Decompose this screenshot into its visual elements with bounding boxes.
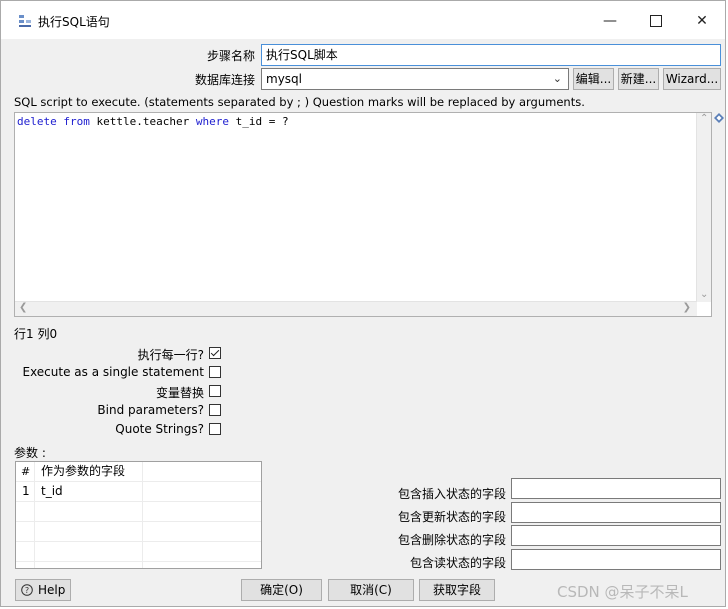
column-header-field[interactable]: 作为参数的字段: [41, 462, 125, 481]
option-bind-parameters-label: Bind parameters?: [97, 403, 204, 417]
option-variable-substitution-checkbox[interactable]: [209, 385, 221, 397]
connection-label: 数据库连接: [194, 73, 255, 87]
option-single-statement-label: Execute as a single statement: [22, 365, 204, 379]
close-button[interactable]: ✕: [687, 9, 717, 33]
cancel-button[interactable]: 取消(C): [328, 579, 414, 601]
update-status-label: 包含更新状态的字段: [397, 510, 506, 524]
new-connection-button[interactable]: 新建...: [618, 68, 659, 90]
read-status-label: 包含读状态的字段: [409, 556, 506, 570]
option-quote-strings-label: Quote Strings?: [115, 422, 204, 436]
chevron-left-icon[interactable]: ❮: [19, 302, 27, 313]
horizontal-scrollbar[interactable]: ❮ ❯: [15, 301, 697, 316]
table-row[interactable]: [16, 522, 261, 542]
params-label: 参数 :: [14, 446, 46, 460]
sql-keyword: delete: [17, 115, 57, 128]
params-table[interactable]: # 作为参数的字段 1 t_id: [15, 461, 262, 569]
help-icon: ?: [21, 584, 33, 596]
insert-status-label: 包含插入状态的字段: [397, 487, 506, 501]
sql-editor[interactable]: delete from kettle.teacher where t_id = …: [14, 112, 712, 317]
get-fields-button[interactable]: 获取字段: [419, 579, 495, 601]
sql-code: delete from kettle.teacher where t_id = …: [17, 115, 289, 128]
delete-status-label: 包含删除状态的字段: [397, 533, 506, 547]
update-status-input[interactable]: [511, 502, 721, 523]
sql-text: kettle.teacher: [89, 115, 196, 128]
maximize-icon: [650, 15, 662, 27]
delete-status-input[interactable]: [511, 525, 721, 546]
dialog-window: 执行SQL语句 — ✕ 步骤名称 执行SQL脚本 数据库连接 mysql ⌄ 编…: [0, 0, 726, 607]
read-status-input[interactable]: [511, 549, 721, 570]
row-number: 1: [22, 484, 30, 498]
sql-keyword: from: [63, 115, 90, 128]
chevron-up-icon[interactable]: ⌃: [700, 113, 708, 124]
edit-connection-button[interactable]: 编辑...: [573, 68, 614, 90]
sql-description: SQL script to execute. (statements separ…: [14, 95, 585, 109]
column-header-num[interactable]: #: [21, 462, 30, 481]
sql-keyword: where: [195, 115, 229, 128]
title-bar: 执行SQL语句 — ✕: [1, 1, 725, 39]
help-button[interactable]: ? Help: [15, 579, 71, 601]
option-bind-parameters-checkbox[interactable]: [209, 404, 221, 416]
cursor-position: 行1 列0: [14, 327, 58, 341]
table-row[interactable]: [16, 542, 261, 562]
option-quote-strings-checkbox[interactable]: [209, 423, 221, 435]
option-each-row-label: 执行每一行?: [137, 348, 204, 362]
option-each-row-checkbox[interactable]: [209, 347, 221, 359]
connection-select[interactable]: mysql ⌄: [261, 68, 569, 90]
chevron-down-icon[interactable]: ⌄: [700, 289, 708, 300]
insert-status-input[interactable]: [511, 478, 721, 499]
sql-step-icon: [19, 15, 31, 27]
option-single-statement-checkbox[interactable]: [209, 366, 221, 378]
table-row[interactable]: 1 t_id: [16, 482, 261, 502]
svg-text:?: ?: [25, 586, 29, 595]
step-name-input[interactable]: 执行SQL脚本: [261, 44, 721, 66]
step-name-label: 步骤名称: [206, 49, 255, 63]
ok-button[interactable]: 确定(O): [241, 579, 322, 601]
wizard-button[interactable]: Wizard...: [663, 68, 721, 90]
sql-text: t_id = ?: [228, 115, 289, 128]
table-row[interactable]: [16, 502, 261, 522]
watermark: CSDN @呆子不呆L: [557, 583, 688, 601]
option-variable-substitution-label: 变量替换: [155, 386, 204, 400]
minimize-button[interactable]: —: [595, 9, 625, 33]
variable-diamond-icon[interactable]: [714, 113, 724, 123]
table-header: # 作为参数的字段: [16, 462, 261, 482]
help-label: Help: [38, 583, 66, 597]
maximize-button[interactable]: [641, 9, 671, 33]
vertical-scrollbar[interactable]: ⌃ ⌄: [696, 113, 711, 302]
connection-value: mysql: [266, 72, 302, 86]
window-title: 执行SQL语句: [38, 15, 110, 29]
row-field[interactable]: t_id: [41, 482, 63, 501]
chevron-down-icon: ⌄: [552, 72, 562, 85]
chevron-right-icon[interactable]: ❯: [683, 302, 691, 313]
